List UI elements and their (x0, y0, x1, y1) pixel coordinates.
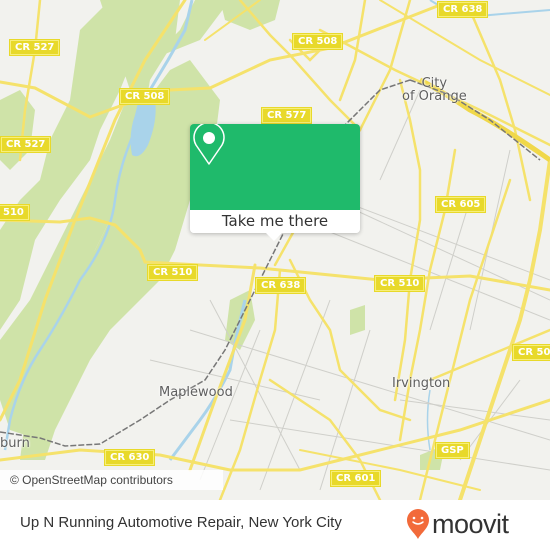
route-shield-cr601: CR 601 (329, 470, 382, 487)
route-shield-cr508: CR 508 (118, 88, 171, 105)
route-shield-cr510: CR 510 (146, 264, 199, 281)
route-shield-cr605: CR 605 (434, 196, 487, 213)
route-shield-cr638: CR 638 (436, 1, 489, 18)
location-pin-icon (193, 124, 225, 165)
location-popup: Take me there (190, 124, 360, 241)
place-label-city-of-orange: City of Orange (402, 76, 467, 104)
route-shield-cr508: CR 508 (291, 33, 344, 50)
place-label-irvington: Irvington (392, 376, 451, 391)
location-title: Up N Running Automotive Repair, New York… (20, 514, 342, 531)
route-shield-cr630: CR 630 (103, 449, 156, 466)
popup-header (190, 124, 360, 210)
map-canvas[interactable]: CR 527 CR 508 CR 508 CR 638 CR 527 CR 57… (0, 0, 550, 500)
route-shield-cr509: CR 509 (511, 344, 550, 361)
route-shield-cr527: CR 527 (0, 136, 52, 153)
map-base-layer (0, 0, 550, 500)
route-shield-cr510: 510 (0, 204, 30, 221)
place-label-maplewood: Maplewood (159, 385, 233, 400)
route-shield-gsp: GSP (435, 442, 470, 459)
route-shield-cr510: CR 510 (373, 275, 426, 292)
route-shield-cr527: CR 527 (8, 39, 61, 56)
moovit-brand-text[interactable]: moovit (432, 509, 509, 539)
moovit-logo-icon[interactable] (405, 508, 431, 540)
route-shield-cr638: CR 638 (254, 277, 307, 294)
take-me-there-button[interactable]: Take me there (190, 210, 360, 233)
map-attribution[interactable]: © OpenStreetMap contributors (0, 470, 223, 490)
popup-pointer (265, 232, 283, 241)
place-label-millburn: burn (0, 436, 30, 451)
route-shield-cr577: CR 577 (260, 107, 313, 124)
